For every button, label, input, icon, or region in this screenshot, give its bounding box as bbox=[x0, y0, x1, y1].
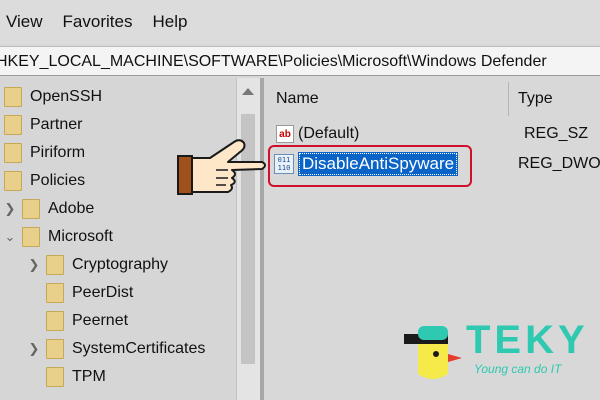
folder-icon bbox=[4, 171, 22, 191]
folder-icon bbox=[46, 255, 64, 275]
value-name: (Default) bbox=[298, 125, 360, 142]
chevron-right-icon[interactable]: ❯ bbox=[2, 201, 18, 217]
tree-item-label: Microsoft bbox=[48, 228, 113, 245]
tree-item-peernet[interactable]: Peernet bbox=[46, 308, 128, 334]
column-divider[interactable] bbox=[508, 82, 509, 116]
tree-item-label: Cryptography bbox=[72, 256, 169, 273]
folder-icon bbox=[46, 283, 64, 303]
menu-view[interactable]: View bbox=[0, 12, 53, 32]
brand-name: TEKY bbox=[466, 318, 589, 362]
tree-item-policies[interactable]: Policies bbox=[4, 168, 85, 194]
scroll-up-icon[interactable] bbox=[242, 88, 254, 95]
tree-item-label: Partner bbox=[30, 116, 83, 133]
folder-icon bbox=[46, 339, 64, 359]
chevron-right-icon[interactable]: ❯ bbox=[26, 257, 42, 273]
address-bar[interactable]: HKEY_LOCAL_MACHINE\SOFTWARE\Policies\Mic… bbox=[0, 46, 600, 76]
brand-tagline: Young can do IT bbox=[474, 362, 562, 376]
menu-help[interactable]: Help bbox=[142, 12, 197, 32]
tree-item-openssh[interactable]: OpenSSH bbox=[4, 84, 102, 110]
menu-favorites[interactable]: Favorites bbox=[53, 12, 143, 32]
string-value-icon: ab bbox=[276, 125, 294, 143]
value-type: REG_DWOR bbox=[518, 155, 600, 172]
chevron-down-icon[interactable]: ⌄ bbox=[2, 229, 18, 245]
tree-item-partner[interactable]: Partner bbox=[4, 112, 82, 138]
chevron-right-icon[interactable]: ❯ bbox=[26, 341, 42, 357]
tree-item-label: Piriform bbox=[30, 144, 86, 161]
folder-icon bbox=[46, 367, 64, 387]
tree-item-label: Policies bbox=[30, 172, 86, 189]
folder-icon bbox=[4, 143, 22, 163]
key-tree: OpenSSH Partner Piriform Policies ❯ Adob… bbox=[0, 78, 240, 400]
value-type: REG_SZ bbox=[524, 125, 589, 142]
folder-icon bbox=[22, 199, 40, 219]
tree-item-microsoft[interactable]: ⌄ Microsoft bbox=[2, 224, 113, 250]
tree-item-label: Adobe bbox=[48, 200, 95, 217]
tree-item-adobe[interactable]: ❯ Adobe bbox=[2, 196, 94, 222]
tree-scrollbar[interactable] bbox=[236, 78, 260, 400]
tree-item-cryptography[interactable]: ❯ Cryptography bbox=[26, 252, 168, 278]
pointing-hand-icon bbox=[177, 139, 266, 195]
address-path: HKEY_LOCAL_MACHINE\SOFTWARE\Policies\Mic… bbox=[0, 53, 547, 70]
tree-item-systemcertificates[interactable]: ❯ SystemCertificates bbox=[26, 336, 205, 362]
tree-item-tpm[interactable]: TPM bbox=[46, 364, 106, 390]
folder-icon bbox=[4, 87, 22, 107]
folder-icon bbox=[4, 115, 22, 135]
tree-item-peerdist[interactable]: PeerDist bbox=[46, 280, 133, 306]
tree-item-piriform[interactable]: Piriform bbox=[4, 140, 85, 166]
column-header-name[interactable]: Name bbox=[276, 78, 319, 120]
folder-icon bbox=[22, 227, 40, 247]
column-header-type[interactable]: Type bbox=[518, 78, 553, 120]
tree-item-label: TPM bbox=[72, 368, 106, 385]
tree-item-label: SystemCertificates bbox=[72, 340, 206, 357]
tree-item-label: OpenSSH bbox=[30, 88, 103, 105]
value-row-default[interactable]: ab (Default) REG_SZ bbox=[276, 120, 596, 148]
folder-icon bbox=[46, 311, 64, 331]
menu-bar: View Favorites Help bbox=[0, 0, 600, 44]
tree-item-label: Peernet bbox=[72, 312, 129, 329]
highlight-frame bbox=[268, 145, 472, 187]
tree-item-label: PeerDist bbox=[72, 284, 134, 301]
